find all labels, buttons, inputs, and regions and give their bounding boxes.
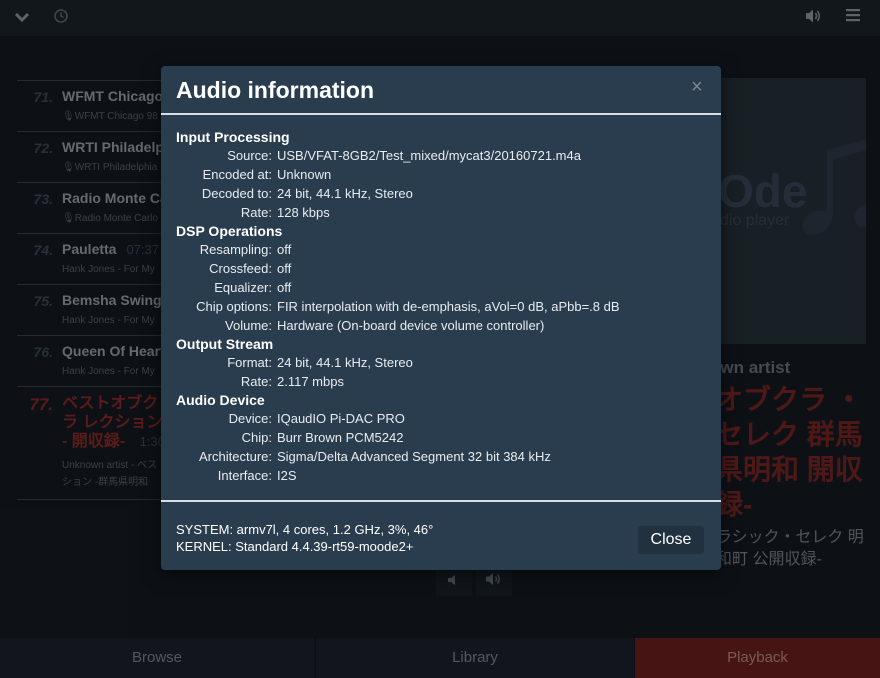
section-heading: DSP Operations	[176, 223, 283, 239]
section-heading: Audio Device	[176, 392, 265, 408]
info-row: Rate: 2.117 mbps	[176, 372, 706, 391]
info-label: Format:	[227, 355, 272, 370]
info-row: Rate: 128 kbps	[176, 203, 706, 222]
info-row: Format: 24 bit, 44.1 kHz, Stereo	[176, 353, 706, 372]
info-label: Volume:	[225, 318, 272, 333]
info-label: Resampling:	[199, 242, 272, 257]
info-value: 128 kbps	[277, 205, 330, 220]
info-label: Equalizer:	[214, 280, 272, 295]
info-value: off	[277, 261, 292, 276]
info-label: Decoded to:	[201, 186, 272, 201]
modal-title: Audio information	[176, 77, 375, 103]
kernel-line: KERNEL: Standard 4.4.39-rt59-moode2+	[176, 539, 414, 554]
info-value: Burr Brown PCM5242	[277, 430, 404, 445]
audio-info-modal: Audio information × Input Processing Sou…	[161, 66, 721, 570]
info-label: Rate:	[240, 205, 272, 220]
modal-header: Audio information ×	[161, 66, 721, 115]
info-label: Device:	[228, 411, 272, 426]
info-value: USB/VFAT-8GB2/Test_mixed/mycat3/20160721…	[277, 148, 581, 163]
modal-footer: SYSTEM: armv7l, 4 cores, 1.2 GHz, 3%, 46…	[161, 500, 721, 572]
modal-body: Input Processing Source: USB/VFAT-8GB2/Te…	[176, 128, 706, 485]
info-label: Encoded at:	[202, 167, 272, 182]
info-value: off	[277, 280, 292, 295]
info-label: Crossfeed:	[209, 261, 272, 276]
info-row: Volume: Hardware (On-board device volume …	[176, 316, 706, 335]
info-value: FIR interpolation with de-emphasis, aVol…	[277, 299, 620, 314]
info-value: 24 bit, 44.1 kHz, Stereo	[277, 355, 413, 370]
info-row: Interface: I2S	[176, 466, 706, 485]
info-row: Device: IQaudIO Pi-DAC PRO	[176, 409, 706, 428]
info-label: Architecture:	[199, 449, 272, 464]
info-value: 24 bit, 44.1 kHz, Stereo	[277, 186, 413, 201]
info-label: Chip:	[241, 430, 272, 445]
info-row: Encoded at: Unknown	[176, 165, 706, 184]
info-value: 2.117 mbps	[277, 374, 344, 389]
info-row: Decoded to: 24 bit, 44.1 kHz, Stereo	[176, 184, 706, 203]
info-row: Resampling: off	[176, 240, 706, 259]
info-label: Rate:	[240, 374, 272, 389]
info-row: Source: USB/VFAT-8GB2/Test_mixed/mycat3/2…	[176, 146, 706, 165]
info-value: off	[277, 242, 292, 257]
section-heading: Input Processing	[176, 129, 290, 145]
system-info: SYSTEM: armv7l, 4 cores, 1.2 GHz, 3%, 46…	[176, 521, 433, 555]
close-button[interactable]: Close	[638, 526, 704, 554]
info-value: Unknown	[277, 167, 332, 182]
system-line: SYSTEM: armv7l, 4 cores, 1.2 GHz, 3%, 46…	[176, 522, 434, 537]
info-value: IQaudIO Pi-DAC PRO	[277, 411, 405, 426]
info-row: Chip options: FIR interpolation with de-e…	[176, 297, 706, 316]
section-heading: Output Stream	[176, 336, 274, 352]
info-value: I2S	[277, 468, 297, 483]
info-label: Chip options:	[196, 299, 272, 314]
info-row: Chip: Burr Brown PCM5242	[176, 428, 706, 447]
info-row: Equalizer: off	[176, 278, 706, 297]
info-value: Hardware (On-board device volume control…	[277, 318, 545, 333]
info-label: Source:	[227, 148, 272, 163]
info-label: Interface:	[217, 468, 272, 483]
info-row: Architecture: Sigma/Delta Advanced Segmen…	[176, 447, 706, 466]
close-icon[interactable]: ×	[691, 76, 703, 98]
info-value: Sigma/Delta Advanced Segment 32 bit 384 …	[277, 449, 551, 464]
info-row: Crossfeed: off	[176, 259, 706, 278]
